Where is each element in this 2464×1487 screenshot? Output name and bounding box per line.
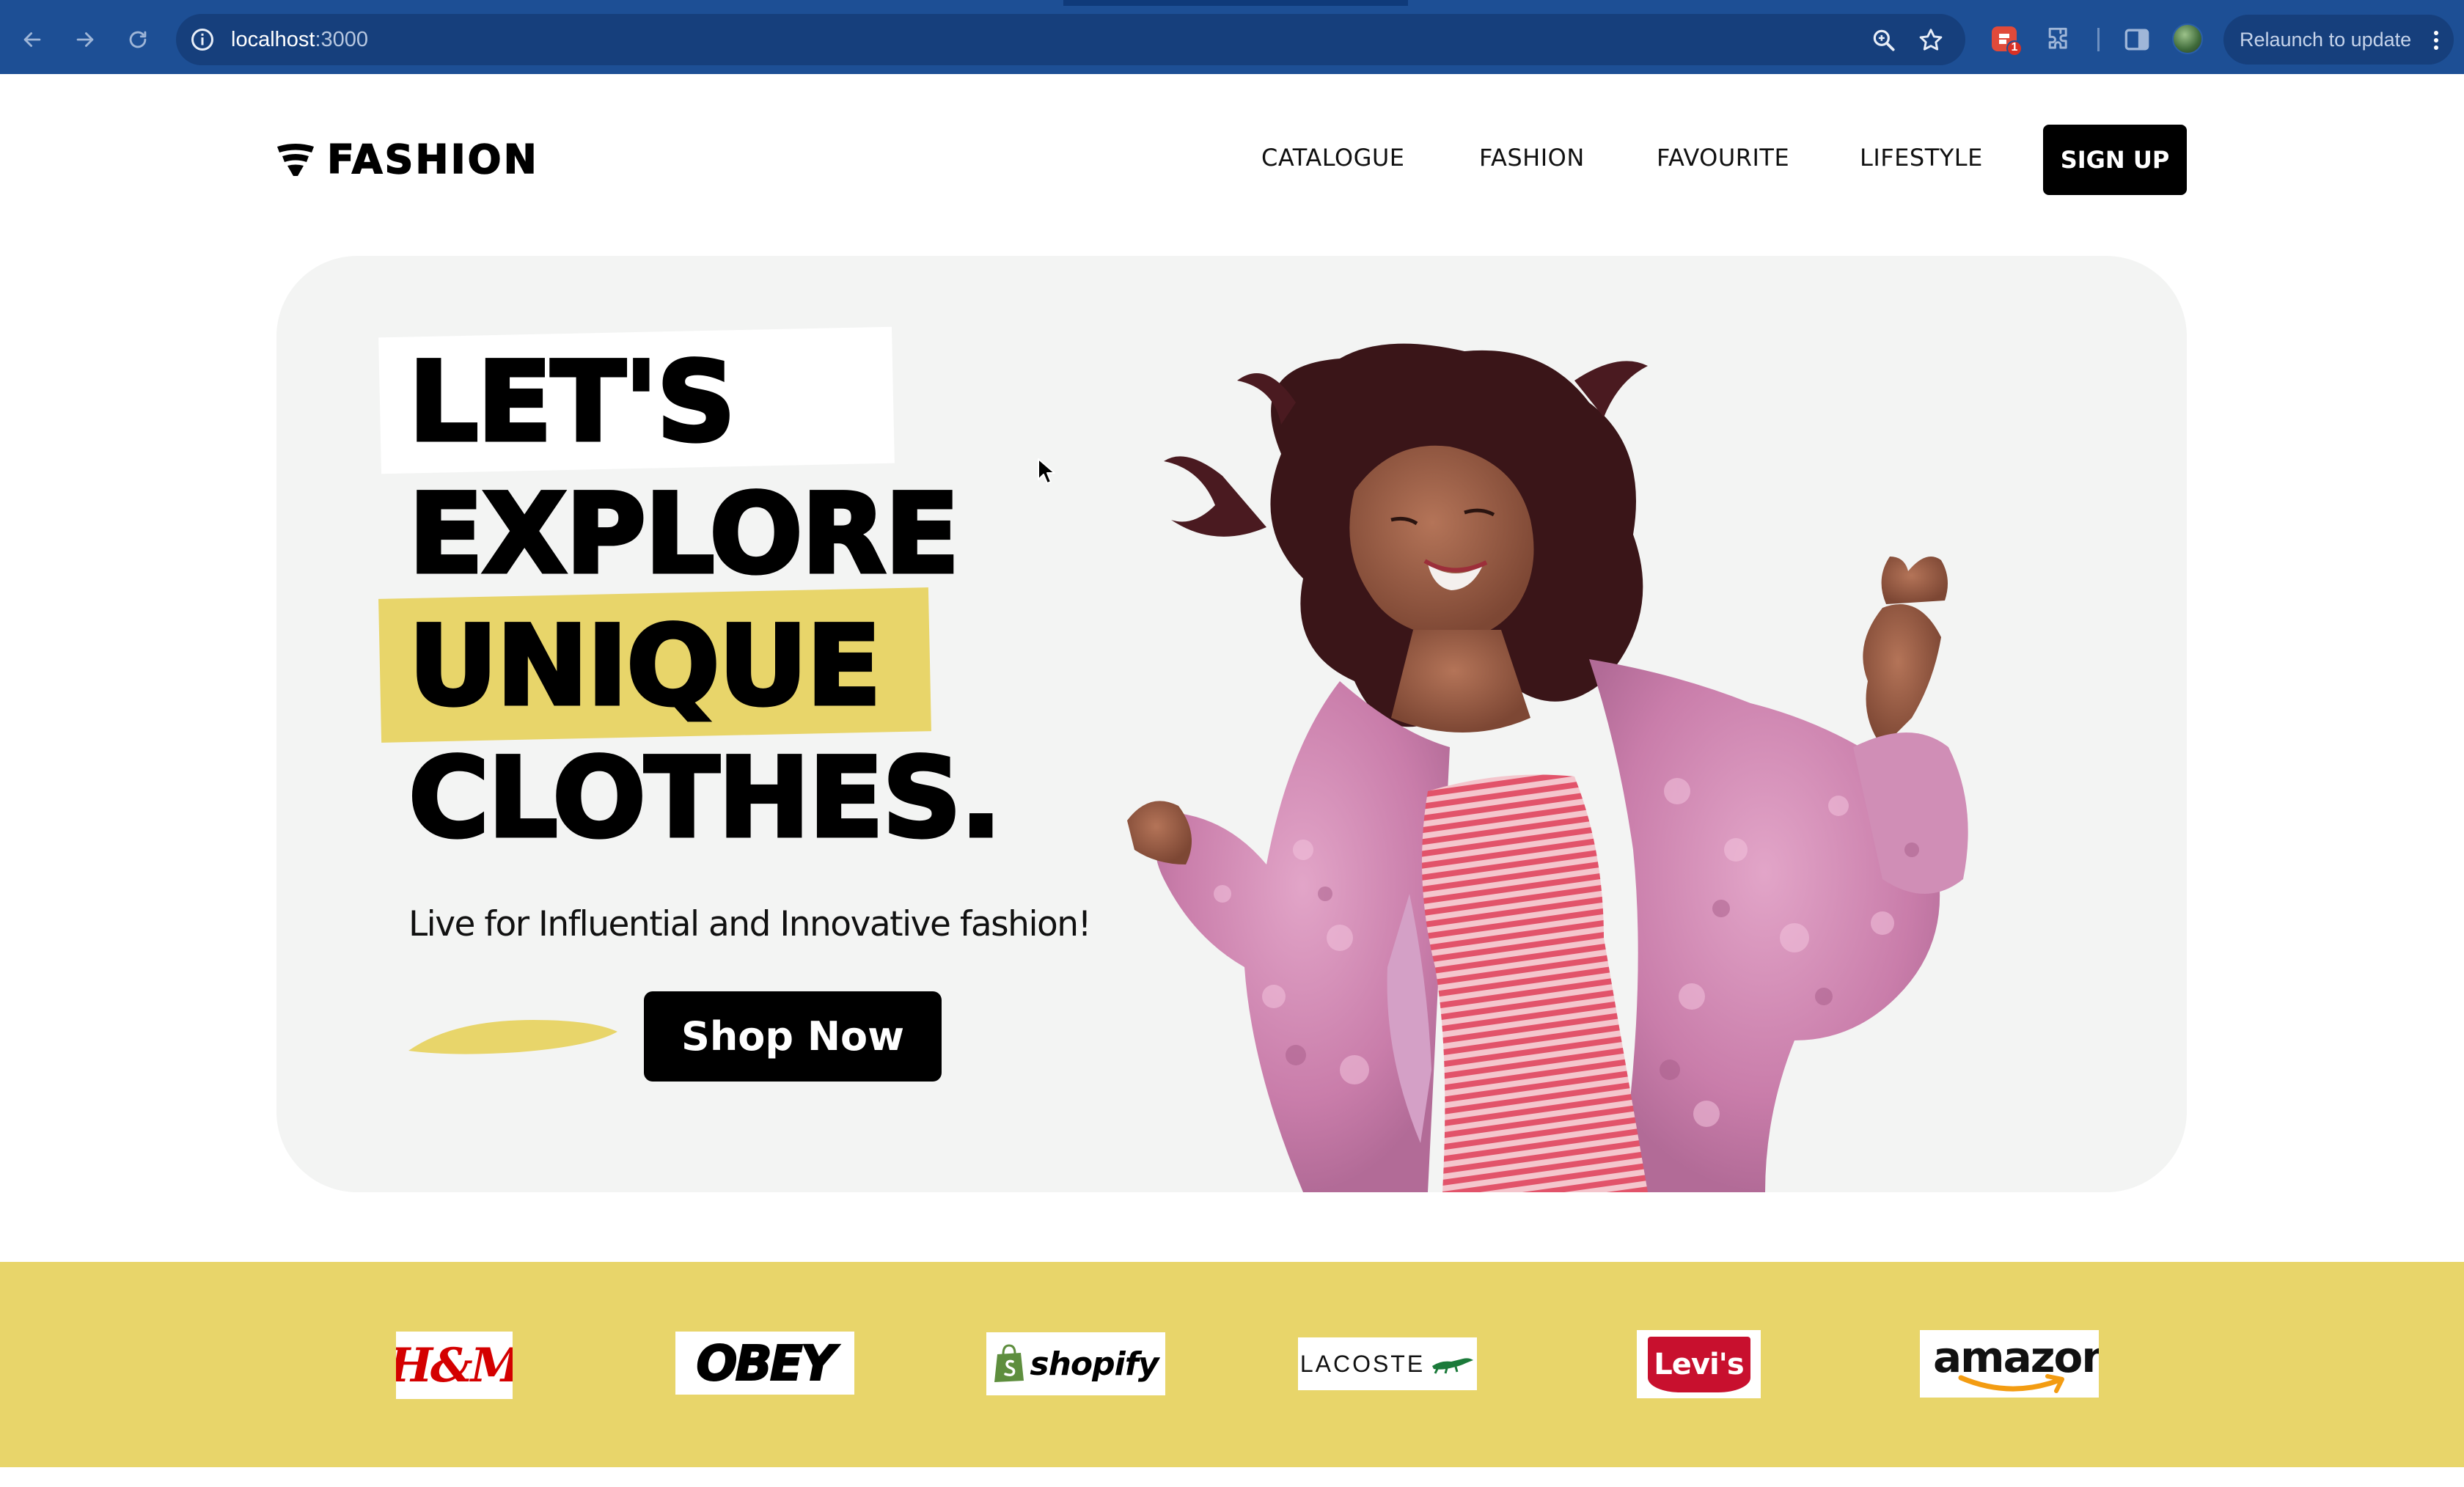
reload-button[interactable] [120,22,155,57]
brand-logo-shopify[interactable]: shopify [986,1332,1165,1395]
brand-lacoste-text: LACOSTE [1299,1350,1426,1377]
arrow-right-icon [76,32,94,47]
browser-toolbar: localhost:3000 1 Relaunch to update [0,0,2464,74]
reload-icon [129,31,147,48]
hero-model-image [1127,343,1968,1192]
extensions-puzzle-icon[interactable] [2043,23,2075,56]
brand-logo-hm[interactable]: H&M [396,1332,513,1399]
mouse-cursor-icon [1038,458,1055,484]
brand-logo-levis[interactable]: Levi's [1637,1330,1761,1398]
back-button[interactable] [15,22,50,57]
crocodile-icon [1432,1358,1474,1374]
levis-batwing: Levi's [1647,1336,1750,1392]
profile-avatar[interactable] [2172,23,2203,54]
side-panel-icon[interactable] [2121,23,2153,56]
sign-up-button[interactable]: SIGN UP [2043,125,2187,195]
logo-text: FASHION [326,136,539,183]
relaunch-button[interactable]: Relaunch to update [2223,15,2454,65]
nav-lifestyle[interactable]: LIFESTYLE [1860,144,1983,172]
headline-line-4: CLOTHES. [406,735,1003,862]
logo-wifi-icon [277,144,314,176]
nav-favourite[interactable]: FAVOURITE [1657,144,1789,172]
headline-line-2: EXPLORE [407,471,962,598]
extension-badge-icon[interactable]: 1 [1990,23,2023,56]
tab-other[interactable] [1408,0,2464,6]
site-info-icon[interactable] [189,26,216,53]
hero-section: LET'S EXPLORE UNIQUE CLOTHES. Live for I… [276,256,2187,1192]
shop-now-button[interactable]: Shop Now [644,991,942,1082]
bookmark-star-icon[interactable] [1917,26,1945,54]
hero-subtitle: Live for Influential and Innovative fash… [408,904,1091,944]
brand-obey-text: OBEY [695,1334,836,1392]
tab-active[interactable] [0,0,1063,6]
amazon-smile-icon [1958,1374,2064,1393]
headline-line-3: UNIQUE [407,603,884,730]
brand-hm-text: H&M [396,1337,513,1393]
menu-dots-icon[interactable] [2433,31,2439,50]
toolbar-divider [2097,28,2100,51]
relaunch-label: Relaunch to update [2240,29,2412,51]
headline-line-1: LET'S [406,339,737,466]
url-text[interactable]: localhost:3000 [231,14,368,65]
brand-levis-text: Levi's [1654,1347,1744,1381]
zoom-icon[interactable] [1870,26,1898,54]
brand-logo-lacoste[interactable]: LACOSTE [1298,1337,1477,1390]
address-bar[interactable]: localhost:3000 [176,14,1965,65]
brand-logo-obey[interactable]: OBEY [675,1332,854,1395]
url-host: localhost [231,28,315,51]
url-port: :3000 [315,28,369,51]
extension-badge-count: 1 [2011,41,2018,54]
nav-catalogue[interactable]: CATALOGUE [1261,144,1405,172]
brand-shopify-text: shopify [1030,1345,1159,1383]
brand-logo-amazon[interactable]: amazon [1920,1330,2099,1398]
shopify-bag-icon [994,1344,1024,1382]
site-logo[interactable]: FASHION [276,134,539,184]
nav-fashion[interactable]: FASHION [1479,144,1585,172]
forward-button[interactable] [67,22,103,57]
arrow-left-icon [23,32,41,47]
brush-swoosh [408,1020,617,1054]
brand-strip: H&M OBEY shopify LACOSTE Levi's amazon [0,1262,2464,1467]
tab-strip [0,0,2464,6]
